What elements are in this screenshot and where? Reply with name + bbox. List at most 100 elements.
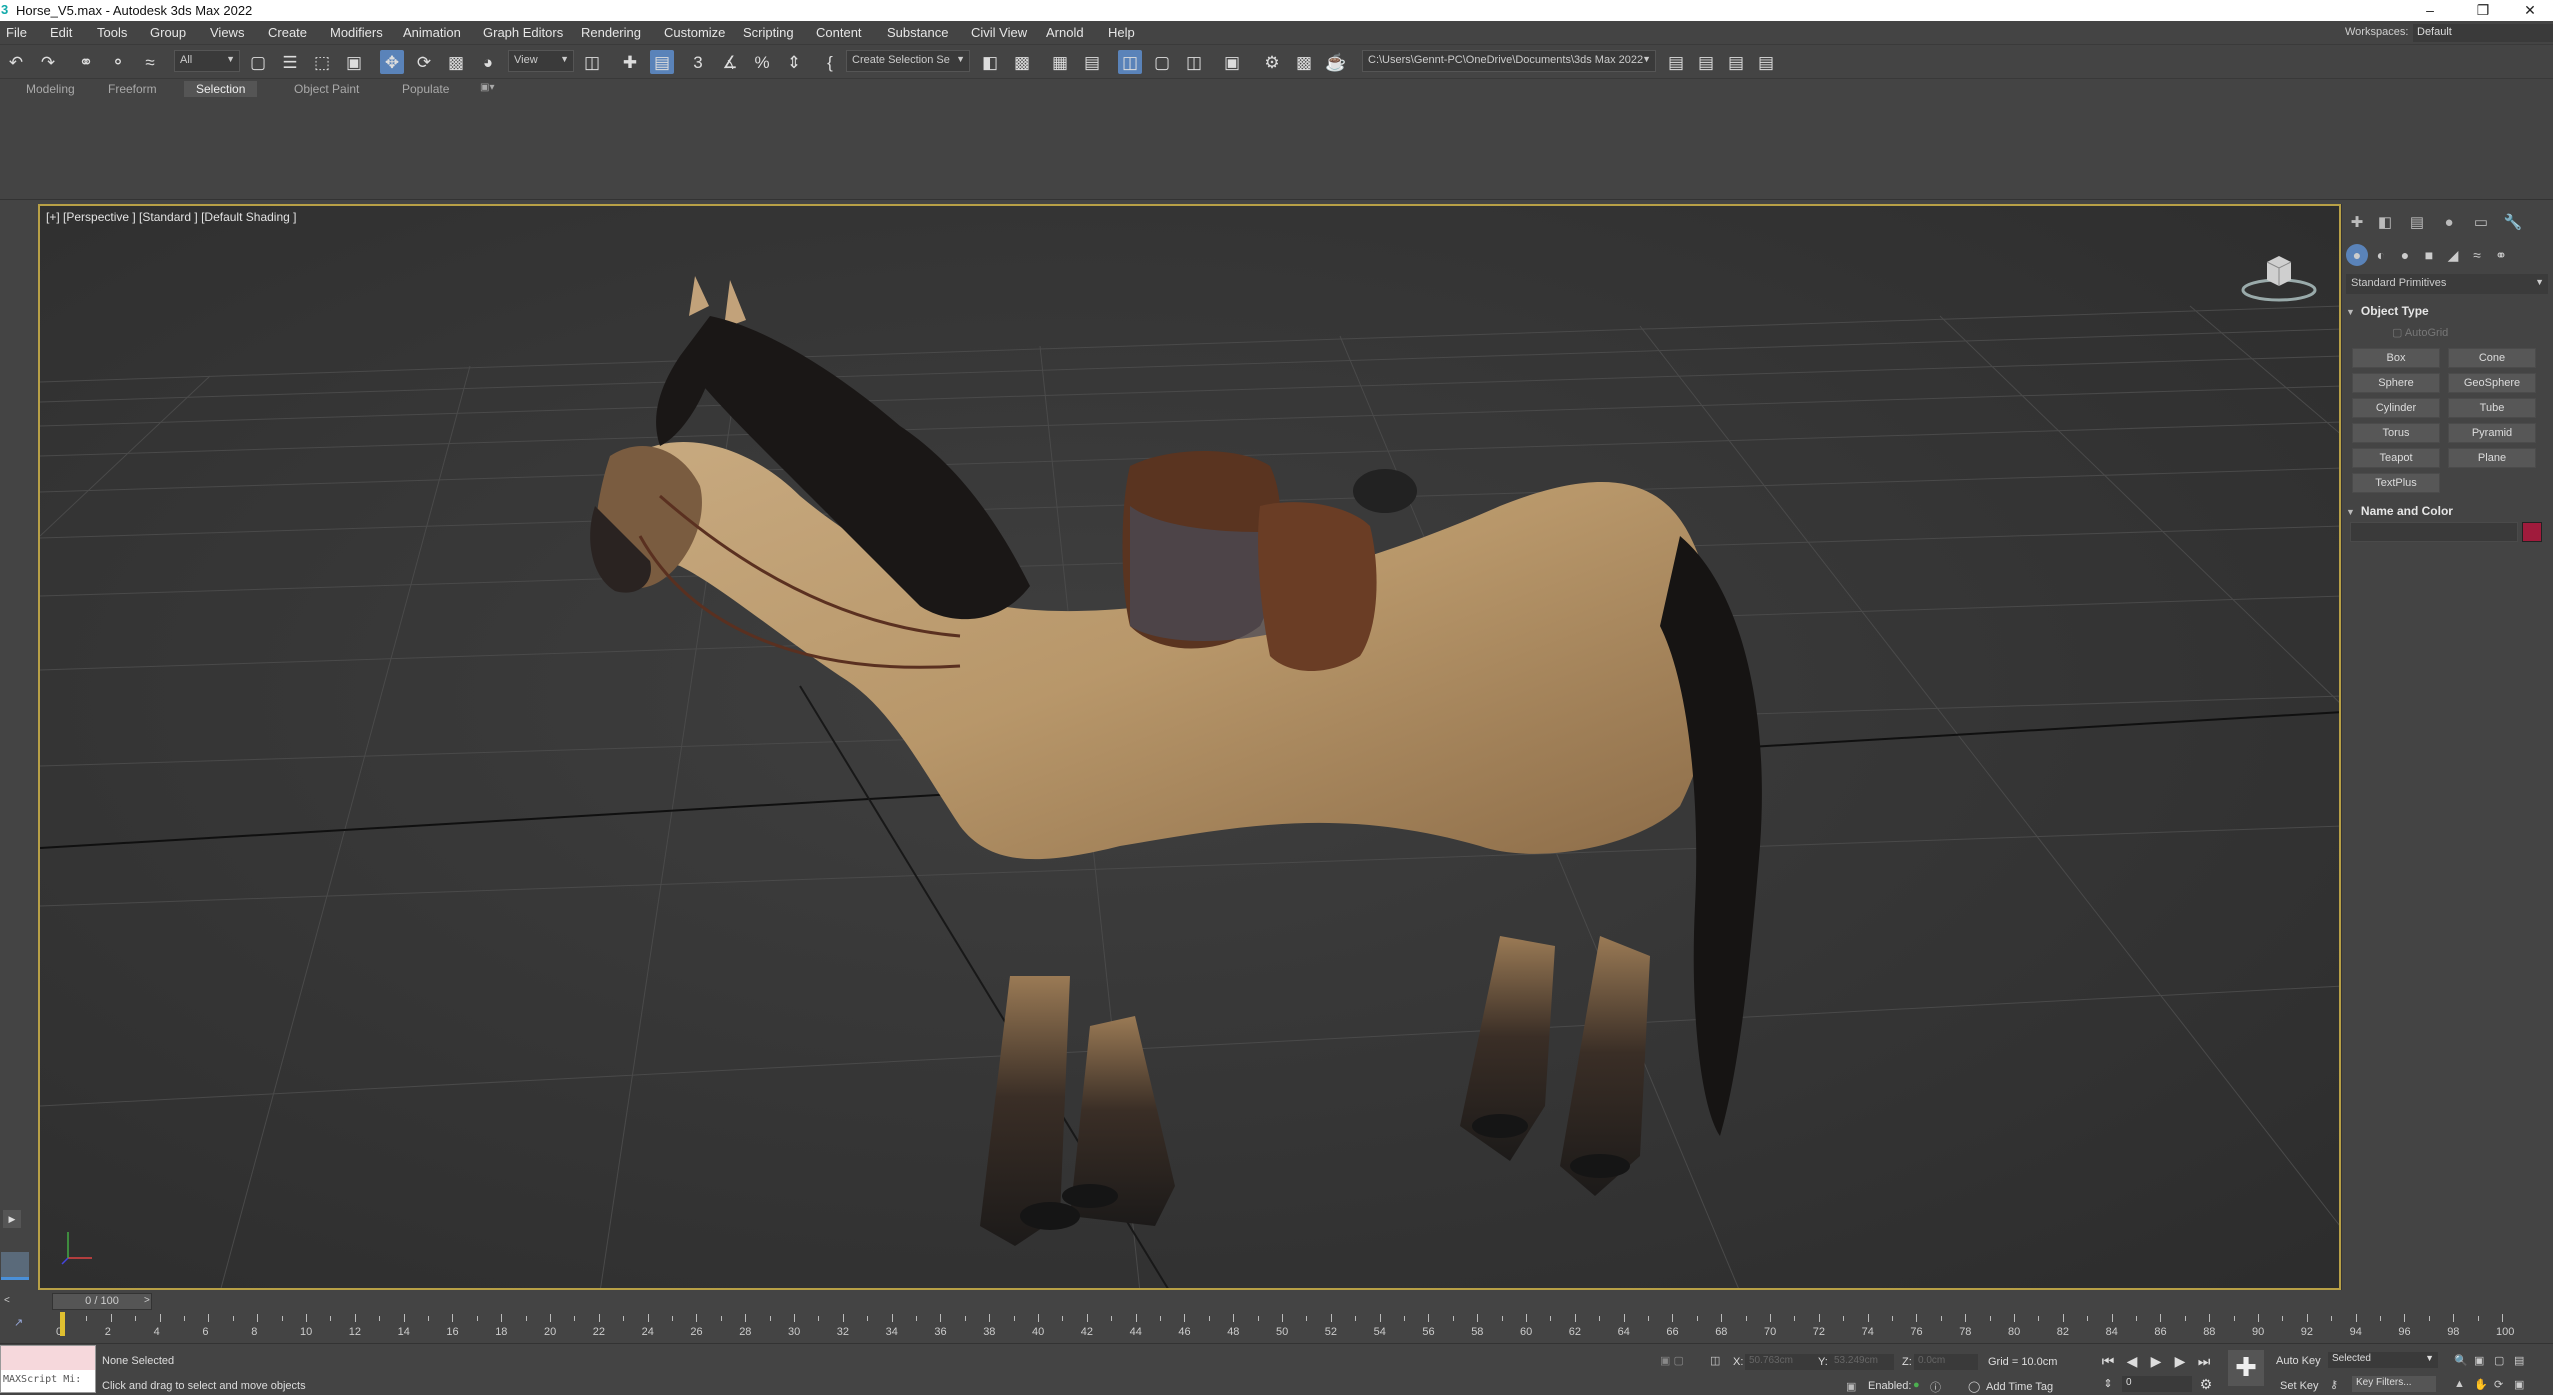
zoom-extents-icon[interactable]: ▢ (2494, 1354, 2504, 1367)
tab-freeform[interactable]: Freeform (108, 82, 157, 96)
object-type-rollout[interactable]: ▼ Object Type (2346, 304, 2548, 318)
tab-populate[interactable]: Populate (402, 82, 449, 96)
tab-object-paint[interactable]: Object Paint (294, 82, 359, 96)
display-tab-icon[interactable]: ▭ (2470, 212, 2492, 234)
play-icon[interactable]: ▶ (2146, 1351, 2166, 1371)
object-name-field[interactable] (2350, 522, 2518, 542)
autogrid-checkbox[interactable]: ▢ AutoGrid (2392, 326, 2448, 339)
isolate-toggle-icon[interactable]: ▣ ▢ (1660, 1354, 1684, 1367)
field-of-view-icon[interactable]: ▲ (2454, 1378, 2465, 1390)
sphere-button[interactable]: Sphere (2352, 373, 2440, 393)
menu-customize[interactable]: Customize (664, 25, 725, 40)
geometry-icon[interactable]: ● (2346, 244, 2368, 266)
menu-animation[interactable]: Animation (403, 25, 461, 40)
schematic-view-icon[interactable]: ◫ (1182, 50, 1206, 74)
reference-coordinate-dropdown[interactable]: View ▼ (508, 50, 574, 72)
menu-scripting[interactable]: Scripting (743, 25, 794, 40)
menu-civil-view[interactable]: Civil View (971, 25, 1027, 40)
select-and-scale-icon[interactable]: ▩ (444, 50, 468, 74)
minimize-icon[interactable]: – (2407, 0, 2453, 21)
set-key-big-icon[interactable]: ✚ (2228, 1350, 2264, 1386)
viewport-layout-tab[interactable] (1, 1252, 29, 1280)
redo-icon[interactable]: ↷ (36, 50, 60, 74)
menu-tools[interactable]: Tools (97, 25, 127, 40)
time-slider-knob[interactable]: 0 / 100 (52, 1293, 152, 1310)
go-to-start-icon[interactable]: ⏮ (2098, 1351, 2118, 1371)
tab-modeling[interactable]: Modeling (26, 82, 75, 96)
workspaces-dropdown[interactable]: Default (2413, 24, 2553, 42)
motion-tab-icon[interactable]: ● (2438, 212, 2460, 234)
zoom-extents-all-icon[interactable]: ▤ (2514, 1354, 2524, 1367)
set-key-button[interactable]: Set Key (2280, 1380, 2319, 1392)
tube-button[interactable]: Tube (2448, 398, 2536, 418)
viewport-label[interactable]: [+] [Perspective ] [Standard ] [Default … (46, 210, 296, 224)
menu-content[interactable]: Content (816, 25, 862, 40)
y-coordinate-field[interactable]: 53.249cm (1830, 1354, 1894, 1370)
undo-icon[interactable]: ↶ (4, 50, 28, 74)
render-production-icon[interactable]: ☕ (1324, 50, 1348, 74)
cone-button[interactable]: Cone (2448, 348, 2536, 368)
auto-key-button[interactable]: Auto Key (2276, 1355, 2321, 1367)
cylinder-button[interactable]: Cylinder (2352, 398, 2440, 418)
lights-icon[interactable]: ● (2394, 244, 2416, 266)
menu-modifiers[interactable]: Modifiers (330, 25, 383, 40)
time-slider[interactable]: < 0 / 100 > (0, 1290, 2553, 1312)
pivot-center-icon[interactable]: ◫ (580, 50, 604, 74)
select-and-place-icon[interactable]: ◕ (476, 50, 500, 74)
textplus-button[interactable]: TextPlus (2352, 473, 2440, 493)
hierarchy-tab-icon[interactable]: ▤ (2406, 212, 2428, 234)
menu-create[interactable]: Create (268, 25, 307, 40)
project-new-icon[interactable]: ▤ (1694, 50, 1718, 74)
geosphere-button[interactable]: GeoSphere (2448, 373, 2536, 393)
select-and-move-icon[interactable]: ✥ (380, 50, 404, 74)
time-configuration-icon[interactable]: ⚙ (2196, 1374, 2216, 1394)
key-filter-icon[interactable]: ⚷ (2330, 1378, 2338, 1391)
previous-frame-icon[interactable]: ◀ (2122, 1351, 2142, 1371)
add-time-tag-button[interactable]: Add Time Tag (1986, 1381, 2053, 1393)
utilities-tab-icon[interactable]: 🔧 (2502, 212, 2524, 234)
helpers-icon[interactable]: ◢ (2442, 244, 2464, 266)
go-to-end-icon[interactable]: ⏭ (2194, 1351, 2214, 1371)
layer-explorer-icon[interactable]: ▤ (1080, 50, 1104, 74)
menu-substance[interactable]: Substance (887, 25, 948, 40)
object-color-swatch[interactable] (2522, 522, 2542, 542)
toggle-ribbon-icon[interactable]: ◫ (1118, 50, 1142, 74)
cameras-icon[interactable]: ■ (2418, 244, 2440, 266)
close-icon[interactable]: ✕ (2507, 0, 2553, 21)
key-mode-toggle-icon[interactable]: ⇕ (2098, 1374, 2118, 1394)
link-icon[interactable]: ⚭ (74, 50, 98, 74)
zoom-icon[interactable]: 🔍 (2454, 1354, 2468, 1367)
bind-space-warp-icon[interactable]: ≈ (138, 50, 162, 74)
space-warps-icon[interactable]: ≈ (2466, 244, 2488, 266)
teapot-button[interactable]: Teapot (2352, 448, 2440, 468)
key-filters-button[interactable]: Key Filters... (2352, 1376, 2436, 1392)
ribbon-options-icon[interactable]: ▣▾ (480, 82, 494, 93)
box-button[interactable]: Box (2352, 348, 2440, 368)
z-coordinate-field[interactable]: 0.0cm (1914, 1354, 1978, 1370)
zoom-all-icon[interactable]: ▣ (2474, 1354, 2484, 1367)
render-setup-icon[interactable]: ⚙ (1260, 50, 1284, 74)
enabled-indicator-icon[interactable]: ● (1913, 1379, 1920, 1391)
edit-named-selection-icon[interactable]: { (818, 50, 842, 74)
project-open-icon[interactable]: ▤ (1664, 50, 1688, 74)
select-object-icon[interactable]: ▢ (246, 50, 270, 74)
expand-layout-icon[interactable]: ▶ (3, 1210, 21, 1228)
time-next-icon[interactable]: > (144, 1293, 158, 1309)
perspective-viewport[interactable]: [+] [Perspective ] [Standard ] [Default … (38, 204, 2341, 1290)
next-frame-icon[interactable]: ▶ (2170, 1351, 2190, 1371)
maxscript-input[interactable]: MAXScript Mi: (3, 1374, 81, 1385)
absolute-mode-icon[interactable]: ◫ (1710, 1354, 1720, 1367)
menu-rendering[interactable]: Rendering (581, 25, 641, 40)
spinner-snap-icon[interactable]: ⇕ (782, 50, 806, 74)
percent-snap-icon[interactable]: % (750, 50, 774, 74)
pyramid-button[interactable]: Pyramid (2448, 423, 2536, 443)
selection-filter-dropdown[interactable]: All ▼ (174, 50, 240, 72)
material-editor-icon[interactable]: ▣ (1220, 50, 1244, 74)
shapes-icon[interactable]: ◐ (2370, 244, 2392, 266)
rendered-frame-window-icon[interactable]: ▩ (1292, 50, 1316, 74)
pan-view-icon[interactable]: ✋ (2474, 1378, 2488, 1391)
align-icon[interactable]: ▩ (1010, 50, 1034, 74)
curve-editor-mini-icon[interactable]: ↗ (14, 1316, 34, 1332)
menu-help[interactable]: Help (1108, 25, 1135, 40)
rect-selection-region-icon[interactable]: ⬚ (310, 50, 334, 74)
